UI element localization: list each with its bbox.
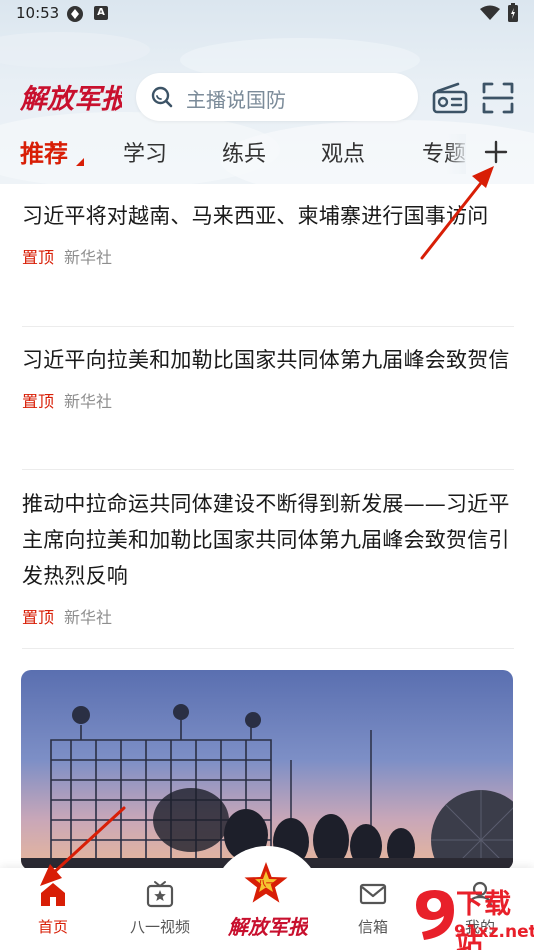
tv-icon bbox=[146, 881, 174, 908]
news-title: 习近平将对越南、马来西亚、柬埔寨进行国事访问 bbox=[22, 204, 489, 228]
nav-mailbox[interactable]: 信箱 bbox=[328, 868, 418, 950]
pinned-label: 置顶 bbox=[22, 392, 55, 411]
svg-text:八一: 八一 bbox=[257, 879, 274, 888]
watermark-logo-icon bbox=[416, 890, 454, 940]
tab-recommend[interactable]: 推荐 bbox=[20, 134, 68, 169]
divider bbox=[22, 469, 514, 470]
wifi-icon bbox=[480, 5, 500, 20]
news-meta: 置顶 新华社 bbox=[22, 604, 514, 627]
divider bbox=[22, 648, 514, 649]
news-meta: 置顶 新华社 bbox=[22, 388, 514, 411]
nav-center-logo[interactable]: 解放军报 bbox=[226, 908, 308, 942]
home-icon bbox=[41, 883, 65, 906]
scan-icon[interactable] bbox=[482, 82, 514, 114]
news-source: 新华社 bbox=[64, 392, 113, 411]
news-item[interactable]: 推动中拉命运共同体建设不断得到新发展——习近平主席向拉美和加勒比国家共同体第九届… bbox=[22, 486, 514, 627]
news-source: 新华社 bbox=[64, 608, 113, 627]
nav-center-label: 解放军报 bbox=[227, 915, 308, 939]
radar-soldiers-image bbox=[21, 670, 513, 870]
nav-home-label: 首页 bbox=[37, 918, 68, 936]
news-photo-card[interactable] bbox=[21, 670, 513, 870]
header-background: 10:53 A 解放军报 主播说国防 推荐 学习 练兵 观点 专题 bbox=[0, 0, 534, 184]
pinned-label: 置顶 bbox=[22, 608, 55, 627]
tab-opinion[interactable]: 观点 bbox=[321, 136, 365, 168]
search-bar[interactable]: 主播说国防 bbox=[136, 73, 418, 121]
notification-badge-icon: A bbox=[94, 6, 108, 20]
news-title: 推动中拉命运共同体建设不断得到新发展——习近平主席向拉美和加勒比国家共同体第九届… bbox=[22, 492, 510, 588]
nav-mailbox-label: 信箱 bbox=[357, 918, 388, 936]
news-item[interactable]: 习近平将对越南、马来西亚、柬埔寨进行国事访问 置顶 新华社 bbox=[22, 198, 514, 267]
pinned-label: 置顶 bbox=[22, 248, 55, 267]
sync-icon bbox=[67, 6, 83, 22]
nav-video[interactable]: 八一视频 bbox=[115, 868, 205, 950]
status-time: 10:53 bbox=[16, 4, 60, 22]
battery-icon bbox=[508, 3, 518, 22]
mail-icon bbox=[359, 883, 387, 905]
logo-text: 解放军报 bbox=[20, 84, 122, 115]
news-item[interactable]: 习近平向拉美和加勒比国家共同体第九届峰会致贺信 置顶 新华社 bbox=[22, 342, 514, 411]
tab-study[interactable]: 学习 bbox=[123, 136, 167, 168]
channel-tabs: 推荐 学习 练兵 观点 专题 bbox=[0, 134, 534, 174]
tab-active-indicator bbox=[76, 158, 84, 166]
news-source: 新华社 bbox=[64, 248, 113, 267]
nav-home[interactable]: 首页 bbox=[8, 868, 98, 950]
nav-video-label: 八一视频 bbox=[129, 918, 190, 936]
add-channel-icon[interactable] bbox=[482, 138, 510, 166]
army-star-icon[interactable]: 八一 bbox=[243, 860, 289, 906]
watermark-url: 91xz.net bbox=[454, 922, 534, 942]
divider bbox=[22, 326, 514, 327]
tab-training[interactable]: 练兵 bbox=[222, 136, 266, 168]
tab-strip: 推荐 学习 练兵 观点 专题 bbox=[0, 134, 466, 174]
tab-fade bbox=[446, 134, 466, 174]
radio-icon[interactable] bbox=[432, 82, 468, 114]
site-watermark: 下载站 91xz.net bbox=[412, 882, 534, 950]
search-icon bbox=[151, 86, 173, 108]
news-meta: 置顶 新华社 bbox=[22, 244, 514, 267]
search-placeholder: 主播说国防 bbox=[186, 88, 286, 112]
news-title: 习近平向拉美和加勒比国家共同体第九届峰会致贺信 bbox=[22, 348, 510, 372]
jiefangjunbao-logo: 解放军报 bbox=[20, 84, 122, 115]
status-bar: 10:53 A bbox=[0, 0, 534, 28]
